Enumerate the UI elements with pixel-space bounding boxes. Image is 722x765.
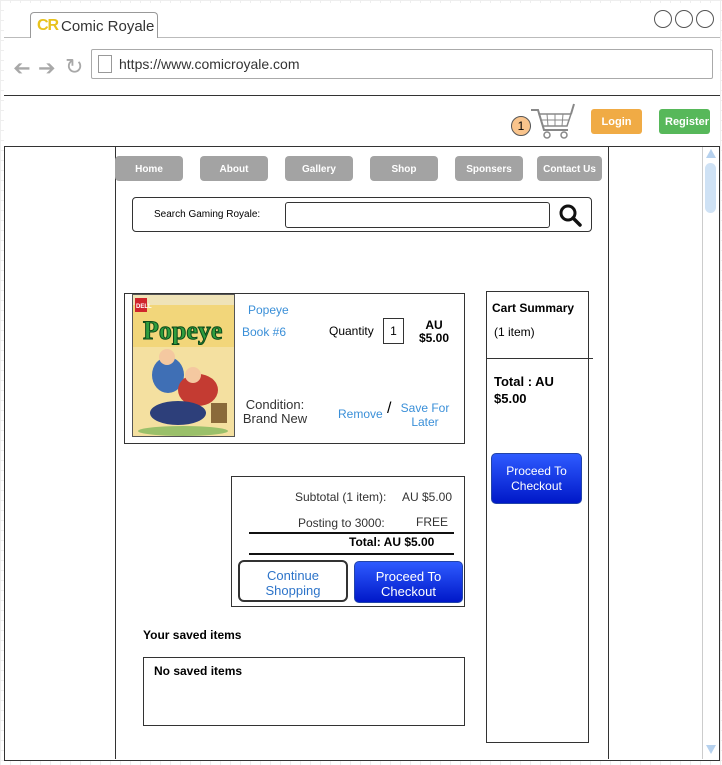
menu-about[interactable]: About	[200, 156, 268, 181]
browser-tab[interactable]: CR Comic Royale	[30, 12, 158, 40]
window-close-button[interactable]	[696, 10, 714, 28]
totals-divider	[249, 553, 454, 555]
cart-summary-total: Total : AU $5.00	[494, 373, 554, 407]
cart-summary-count: (1 item)	[494, 325, 535, 339]
search-icon[interactable]	[558, 203, 582, 227]
link-separator: /	[387, 400, 392, 417]
site-header: 1 Login Register	[4, 96, 720, 147]
product-price: AU $5.00	[414, 319, 454, 345]
reload-icon[interactable]: ↻	[65, 54, 83, 80]
posting-label: Posting to 3000:	[298, 516, 385, 530]
condition-value: Brand New	[242, 411, 308, 426]
cart-summary-total-label: Total : AU	[494, 374, 554, 389]
continue-shopping-button[interactable]: Continue Shopping	[238, 560, 348, 602]
saved-items-box: No saved items	[143, 657, 465, 726]
scroll-down-arrow-icon[interactable]	[706, 745, 716, 754]
search-input[interactable]	[285, 202, 550, 228]
scroll-up-arrow-icon[interactable]	[706, 149, 716, 158]
price-amount: $5.00	[418, 331, 450, 345]
cart-summary-divider	[487, 358, 593, 359]
cover-brand: DELL	[136, 304, 152, 310]
proceed-to-checkout-button[interactable]: Proceed To Checkout	[354, 561, 463, 603]
content-left-border	[115, 147, 116, 759]
cart-item-card: DELL Popeye Popeye Book #6 Quantity 1 AU…	[124, 293, 465, 444]
site-logo-icon: CR	[37, 17, 59, 34]
order-totals-box: Subtotal (1 item): AU $5.00 Posting to 3…	[231, 476, 465, 607]
search-bar: Search Gaming Royale:	[132, 197, 592, 232]
forward-arrow-icon[interactable]: ➔	[38, 56, 56, 81]
menu-home[interactable]: Home	[115, 156, 183, 181]
product-condition: Condition: Brand New	[242, 398, 308, 426]
saved-items-empty-text: No saved items	[154, 664, 243, 678]
cover-title: Popeye	[143, 316, 222, 345]
window-maximize-button[interactable]	[675, 10, 693, 28]
subtotal-label: Subtotal (1 item):	[295, 490, 387, 504]
register-button[interactable]: Register	[659, 109, 710, 134]
tab-bar: CR Comic Royale	[4, 3, 720, 40]
url-text: https://www.comicroyale.com	[119, 56, 300, 72]
saved-items-heading: Your saved items	[143, 628, 242, 642]
menu-shop[interactable]: Shop	[370, 156, 438, 181]
menu-sponsers[interactable]: Sponsers	[455, 156, 523, 181]
comic-cover-image[interactable]: DELL Popeye	[132, 294, 235, 437]
subtotal-value: AU $5.00	[402, 490, 453, 504]
cart-count-badge: 1	[511, 116, 531, 136]
condition-label: Condition:	[245, 397, 305, 412]
cart-summary-title: Cart Summary	[492, 301, 575, 315]
quantity-input[interactable]: 1	[383, 318, 404, 344]
menu-gallery[interactable]: Gallery	[285, 156, 353, 181]
summary-proceed-to-checkout-button[interactable]: Proceed To Checkout	[491, 453, 582, 504]
save-for-later-link[interactable]: Save For Later	[397, 401, 453, 429]
remove-link[interactable]: Remove	[338, 407, 383, 421]
tab-title: Comic Royale	[61, 18, 155, 35]
scrollbar[interactable]	[702, 147, 719, 759]
product-name-link[interactable]: Popeye	[248, 303, 289, 317]
product-subtitle-link[interactable]: Book #6	[242, 325, 286, 339]
back-arrow-icon[interactable]: ➔	[13, 56, 31, 81]
cart-summary-total-amount: $5.00	[494, 391, 527, 406]
cart-summary-panel: Cart Summary (1 item) Total : AU $5.00 P…	[486, 291, 593, 743]
shopping-cart-icon[interactable]	[529, 102, 575, 140]
address-bar[interactable]: https://www.comicroyale.com	[91, 49, 713, 79]
login-button[interactable]: Login	[591, 109, 642, 134]
window-minimize-button[interactable]	[654, 10, 672, 28]
content-right-border	[608, 147, 609, 759]
order-total: Total: AU $5.00	[349, 535, 435, 549]
search-label: Search Gaming Royale:	[154, 209, 261, 220]
menu-contact-us[interactable]: Contact Us	[537, 156, 602, 181]
posting-value: FREE	[416, 515, 449, 529]
browser-navbar: ➔ ➔ ↻ https://www.comicroyale.com	[4, 38, 720, 96]
totals-divider	[249, 532, 454, 534]
quantity-label: Quantity	[329, 324, 374, 338]
scroll-thumb[interactable]	[705, 163, 716, 213]
page-icon	[98, 55, 112, 73]
